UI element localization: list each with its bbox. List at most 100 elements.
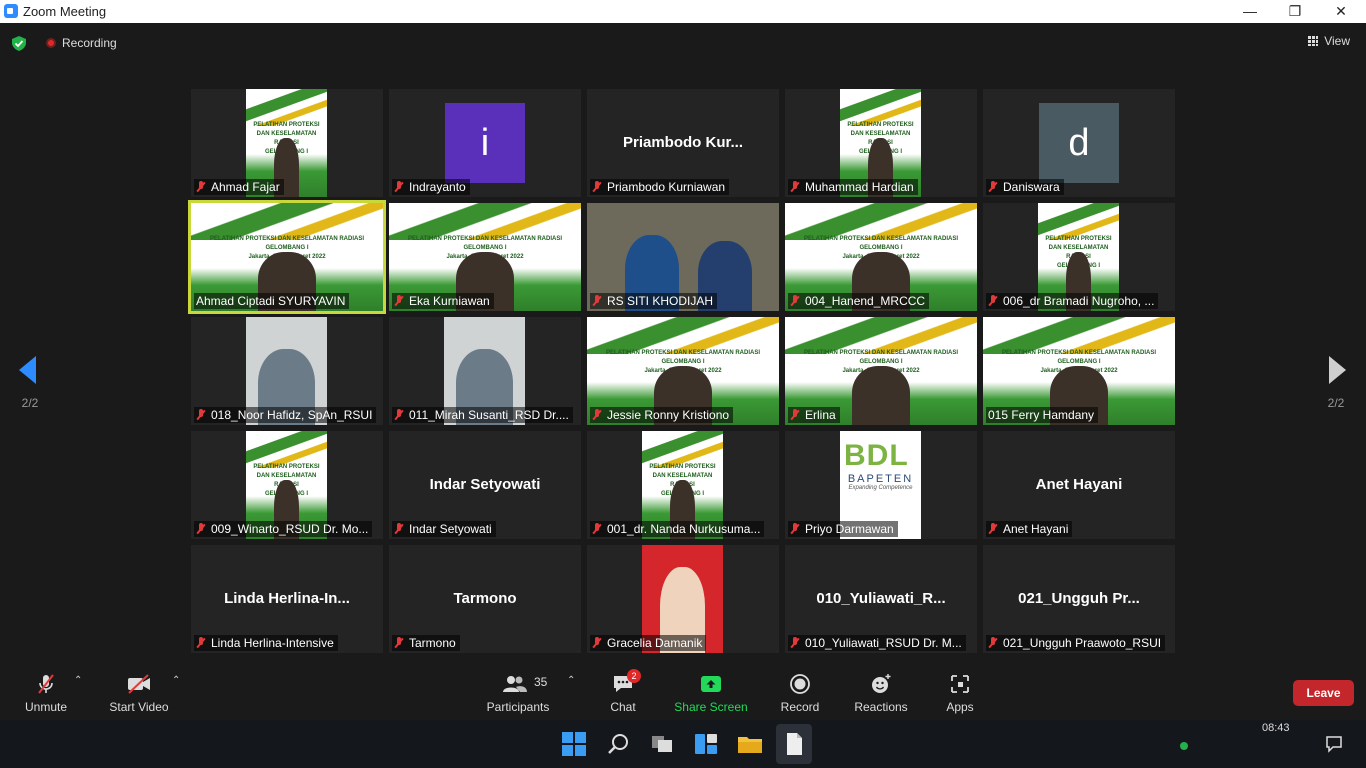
participant-tile[interactable]: Linda Herlina-In... Linda Herlina-Intensi… [191, 545, 383, 653]
banner-batch: GELOMBANG I [859, 359, 903, 366]
widgets-icon[interactable] [692, 730, 720, 758]
participant-name: Indar Setyowati [409, 522, 492, 536]
participant-tile[interactable]: PELATIHAN PROTEKSI DAN KESELAMATAN RADIA… [191, 431, 383, 539]
window-titlebar: Zoom Meeting — ❐ ✕ [0, 0, 1366, 23]
zoom-logo-icon [4, 4, 18, 18]
recording-indicator[interactable]: Recording [46, 36, 117, 50]
participant-name: 009_Winarto_RSUD Dr. Mo... [211, 522, 369, 536]
participant-name-label: 001_dr. Nanda Nurkusuma... [590, 521, 765, 537]
muted-microphone-icon [394, 295, 404, 307]
participant-display-name: Linda Herlina-In... [224, 590, 350, 607]
muted-microphone-icon [196, 637, 206, 649]
participant-name: Daniswara [1003, 180, 1060, 194]
participant-name-label: Priyo Darmawan [788, 521, 898, 537]
participant-tile[interactable]: 010_Yuliawati_R... 010_Yuliawati_RSUD Dr.… [785, 545, 977, 653]
participant-tile[interactable]: Tarmono Tarmono [389, 545, 581, 653]
participant-avatar: i [445, 103, 525, 183]
participant-tile[interactable]: PELATIHAN PROTEKSI DAN KESELAMATAN RADIA… [587, 317, 779, 425]
participant-tile[interactable]: 021_Ungguh Pr... 021_Ungguh Praawoto_RSUI [983, 545, 1175, 653]
participant-tile[interactable]: PELATIHAN PROTEKSI DAN KESELAMATAN RADIA… [587, 431, 779, 539]
muted-microphone-icon [196, 523, 206, 535]
meeting-toolbar: Unmute ⌃ Start Video ⌃ 35 Participants ⌃… [0, 663, 1366, 720]
windows-start-icon[interactable] [560, 730, 588, 758]
participant-tile[interactable]: PELATIHAN PROTEKSI DAN KESELAMATAN RADIA… [983, 317, 1175, 425]
tray-status-icon[interactable] [1180, 742, 1188, 750]
participant-tile[interactable]: PELATIHAN PROTEKSI DAN KESELAMATAN RADIA… [785, 203, 977, 311]
participant-name-label: 015 Ferry Hamdany [986, 407, 1099, 423]
participant-tile[interactable]: Priambodo Kur... Priambodo Kurniawan [587, 89, 779, 197]
apps-button[interactable]: Apps [940, 663, 980, 720]
participant-tile[interactable]: i Indrayanto [389, 89, 581, 197]
minimize-button[interactable]: — [1227, 0, 1273, 23]
share-screen-icon [701, 676, 721, 692]
participant-name: Gracelia Damanik [607, 636, 703, 650]
windows-taskbar: 08:43 [0, 720, 1366, 768]
muted-microphone-icon [988, 181, 998, 193]
record-button[interactable]: Record [778, 663, 822, 720]
notifications-icon[interactable] [1325, 735, 1343, 753]
muted-microphone-icon [592, 409, 602, 421]
video-options-chevron-icon[interactable]: ⌃ [172, 675, 180, 686]
participant-display-name: 010_Yuliawati_R... [816, 590, 946, 607]
participant-name: Linda Herlina-Intensive [211, 636, 334, 650]
share-screen-button[interactable]: Share Screen [673, 663, 749, 720]
view-button[interactable]: View [1308, 34, 1350, 48]
participant-name: Erlina [805, 408, 836, 422]
banner-title: PELATIHAN PROTEKSI DAN KESELAMATAN RADIA… [605, 350, 760, 357]
participant-name-label: 006_dr Bramadi Nugroho, ... [986, 293, 1159, 309]
participant-tile[interactable]: PELATIHAN PROTEKSI DAN KESELAMATAN RADIA… [191, 203, 383, 311]
participant-name-label: Indrayanto [392, 179, 470, 195]
participant-tile[interactable]: PELATIHAN PROTEKSI DAN KESELAMATAN RADIA… [191, 89, 383, 197]
participant-tile[interactable]: 011_Mirah Susanti_RSD Dr.... [389, 317, 581, 425]
taskbar-clock: 08:43 [1262, 722, 1290, 734]
close-button[interactable]: ✕ [1318, 0, 1364, 23]
muted-microphone-icon [790, 637, 800, 649]
search-icon[interactable] [604, 730, 632, 758]
previous-page-arrow-icon[interactable] [19, 356, 36, 384]
recording-dot-icon [46, 38, 56, 48]
participant-name: Eka Kurniawan [409, 294, 490, 308]
next-page-arrow-icon[interactable] [1329, 356, 1346, 384]
participant-name: RS SITI KHODIJAH [607, 294, 714, 308]
reactions-button[interactable]: Reactions [851, 663, 911, 720]
participant-tile[interactable]: PELATIHAN PROTEKSI DAN KESELAMATAN RADIA… [785, 317, 977, 425]
participant-tile[interactable]: PELATIHAN PROTEKSI DAN KESELAMATAN RADIA… [983, 203, 1175, 311]
participants-button[interactable]: 35 Participants [484, 663, 552, 720]
participant-tile[interactable]: Indar Setyowati Indar Setyowati [389, 431, 581, 539]
muted-microphone-icon [592, 181, 602, 193]
participant-name-label: 011_Mirah Susanti_RSD Dr.... [392, 407, 573, 423]
task-view-icon[interactable] [648, 730, 676, 758]
unmute-button[interactable]: Unmute [20, 663, 72, 720]
participant-tile[interactable]: d Daniswara [983, 89, 1175, 197]
video-off-icon [128, 674, 150, 694]
encryption-shield-icon[interactable] [12, 36, 26, 51]
participant-display-name: Indar Setyowati [429, 476, 541, 493]
participant-display-name: 021_Ungguh Pr... [1018, 590, 1140, 607]
chat-badge: 2 [627, 669, 641, 683]
participants-options-chevron-icon[interactable]: ⌃ [567, 675, 575, 686]
participant-tile[interactable]: BDL BAPETEN Expanding Competence Priyo Darm… [785, 431, 977, 539]
file-explorer-icon[interactable] [736, 730, 764, 758]
muted-microphone-icon [790, 523, 800, 535]
audio-options-chevron-icon[interactable]: ⌃ [74, 675, 82, 686]
document-app-icon[interactable] [780, 730, 808, 758]
muted-microphone-icon [394, 637, 404, 649]
restore-button[interactable]: ❐ [1272, 0, 1318, 23]
banner-batch: GELOMBANG I [463, 245, 507, 252]
participant-tile[interactable]: PELATIHAN PROTEKSI DAN KESELAMATAN RADIA… [785, 89, 977, 197]
muted-microphone-icon [790, 181, 800, 193]
participant-tile[interactable]: Gracelia Damanik [587, 545, 779, 653]
participants-label: Participants [486, 700, 550, 714]
banner-title: PELATIHAN PROTEKSI DAN KESELAMATAN RADIA… [803, 350, 958, 357]
participant-tile[interactable]: PELATIHAN PROTEKSI DAN KESELAMATAN RADIA… [389, 203, 581, 311]
leave-button[interactable]: Leave [1293, 680, 1354, 706]
participant-name-label: 010_Yuliawati_RSUD Dr. M... [788, 635, 966, 651]
start-video-button[interactable]: Start Video [105, 663, 173, 720]
participant-tile[interactable]: 018_Noor Hafidz, SpAn_RSUI [191, 317, 383, 425]
chat-button[interactable]: 2 Chat [603, 663, 643, 720]
participant-name: Jessie Ronny Kristiono [607, 408, 730, 422]
participant-name-label: Anet Hayani [986, 521, 1073, 537]
participant-tile[interactable]: Anet Hayani Anet Hayani [983, 431, 1175, 539]
participant-tile[interactable]: RS SITI KHODIJAH [587, 203, 779, 311]
participant-name: 010_Yuliawati_RSUD Dr. M... [805, 636, 962, 650]
